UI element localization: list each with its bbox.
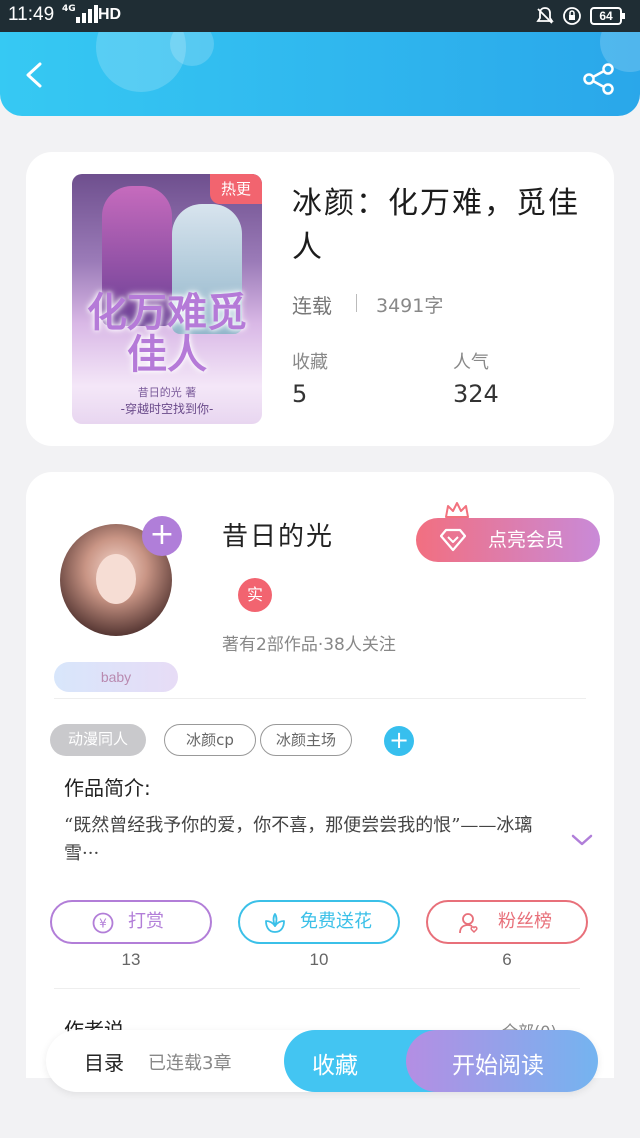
favorite-label: 收藏 (312, 1053, 358, 1079)
bottom-action-bar: 目录 已连载3章 收藏 开始阅读 (46, 1030, 598, 1092)
book-title: 冰颜：化万难，觅佳人 (292, 186, 580, 265)
tag-anime-fanfic[interactable]: 动漫同人 (50, 724, 146, 756)
word-count: 3491字 (376, 295, 444, 317)
verified-badge: 实 (238, 578, 272, 612)
table-of-contents-button[interactable]: 目录 (84, 1047, 124, 1076)
network-label: 4G (62, 4, 76, 14)
fan-user-icon (459, 913, 478, 934)
fan-badge: baby (54, 662, 178, 692)
fan-count: 6 (502, 950, 512, 969)
fan-ranking-label: 粉丝榜 (498, 911, 552, 932)
chapter-count[interactable]: 已连载3章 (148, 1049, 231, 1075)
flower-count: 10 (309, 950, 329, 969)
status-time: 11:49 (8, 4, 55, 25)
hd-label: HD (98, 6, 122, 23)
author-name[interactable]: 昔日的光 (222, 516, 334, 553)
favorites-label: 收藏 (292, 352, 328, 373)
start-reading-label: 开始阅读 (452, 1053, 544, 1079)
flower-icon (265, 913, 285, 933)
tip-button[interactable]: ¥ 打赏 (50, 900, 212, 944)
serial-status: 连载 (292, 294, 332, 318)
free-flower-button[interactable]: 免费送花 (238, 900, 400, 944)
svg-text:¥: ¥ (99, 917, 107, 931)
tip-label: 打赏 (128, 911, 164, 932)
intro-title: 作品简介: (64, 776, 151, 800)
free-flower-label: 免费送花 (300, 911, 372, 932)
divider (54, 698, 586, 699)
activate-vip-button[interactable]: 点亮会员 (416, 518, 600, 562)
divider (54, 988, 580, 989)
lock-rotation-icon (563, 7, 581, 25)
tag-ice-cp[interactable]: 冰颜cp (164, 724, 256, 756)
book-cover[interactable]: 化万难觅佳人 昔日的光 著 -穿越时空找到你- (72, 174, 262, 424)
popularity-label: 人气 (453, 352, 489, 373)
tip-count: 13 (121, 950, 141, 969)
divider (356, 294, 357, 312)
top-header (0, 32, 640, 116)
author-meta: 著有2部作品·38人关注 (222, 635, 396, 655)
book-info-card: 化万难觅佳人 昔日的光 著 -穿越时空找到你- 热更 冰颜：化万难，觅佳人 连载… (26, 152, 614, 446)
favorites-value: 5 (292, 380, 308, 408)
fan-ranking-button[interactable]: 粉丝榜 (426, 900, 588, 944)
tag-ice-main[interactable]: 冰颜主场 (260, 724, 352, 756)
hot-update-badge: 热更 (210, 174, 262, 204)
diamond-icon (440, 528, 466, 552)
back-arrow-icon[interactable] (22, 62, 48, 88)
vip-button-label: 点亮会员 (488, 529, 565, 551)
avatar-face (96, 554, 136, 604)
add-tag-button[interactable]: + (384, 726, 414, 756)
share-icon[interactable] (582, 62, 616, 96)
status-bar: 11:49 4G HD 64 (0, 0, 640, 32)
popularity-value: 324 (453, 380, 499, 408)
battery-icon: 64 (590, 7, 625, 25)
cover-title-art: 化万难觅佳人 (87, 289, 247, 378)
crown-icon (445, 502, 469, 518)
yen-coin-icon: ¥ (92, 912, 114, 934)
cover-author-credit: 昔日的光 著 (137, 386, 197, 399)
cover-tagline: -穿越时空找到你- (120, 402, 214, 416)
follow-plus-button[interactable]: + (142, 516, 182, 556)
start-reading-button[interactable]: 开始阅读 (406, 1030, 598, 1092)
mute-bell-icon (536, 7, 554, 24)
chevron-down-icon[interactable] (570, 832, 594, 848)
intro-text: “既然曾经我予你的爱，你不喜，那便尝尝我的恨”——冰璃雪··· (64, 815, 533, 864)
